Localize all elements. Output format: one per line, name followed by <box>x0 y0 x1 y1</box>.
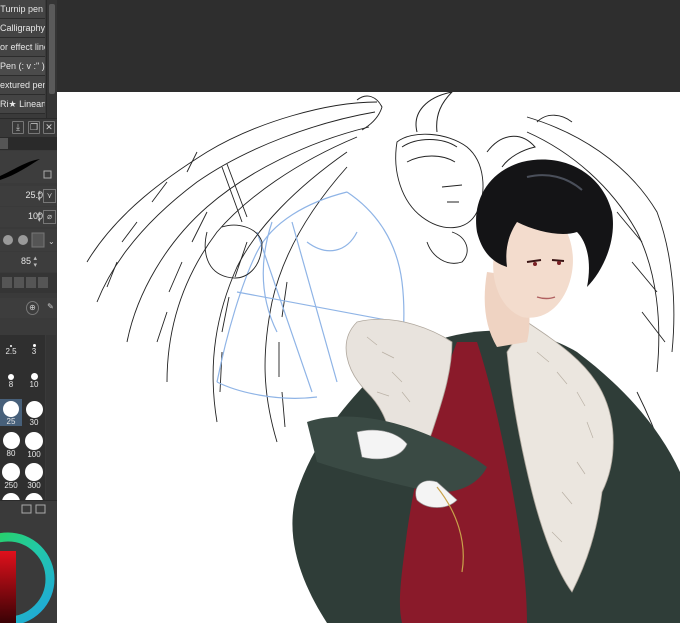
left-tool-panel: Turnip pen Calligraphy or effect line Pe… <box>0 0 58 623</box>
opacity-dynamics-icon[interactable]: ⌀ <box>43 210 56 224</box>
stroke-preview <box>0 151 57 183</box>
brush-size-dynamics-icon[interactable]: ⋎ <box>43 189 56 203</box>
brush-list-scrollbar[interactable] <box>46 0 57 118</box>
size-option-selected[interactable]: 25 <box>0 399 22 426</box>
wrench-icon[interactable]: ✎ <box>45 301 56 313</box>
brush-size-palette: 2.5 3 8 10 25 30 80 100 250 300 <box>0 335 45 502</box>
duplicate-icon[interactable]: ❐ <box>28 121 40 134</box>
opacity-spinner-icon[interactable]: ▴ ▾ <box>37 210 41 224</box>
brush-item-calligraphy[interactable]: Calligraphy <box>0 19 45 38</box>
size-palette-toolbar <box>0 500 57 517</box>
brush-tip-row: ⌄ <box>0 229 57 251</box>
sketch-head <box>395 133 484 229</box>
brush-tip-preview-icon[interactable]: ⌄ <box>0 229 57 251</box>
brush-item-turnip-pen[interactable]: Turnip pen <box>0 0 45 19</box>
density-value[interactable]: 85 <box>21 256 31 266</box>
size-option[interactable]: 100 <box>23 430 45 459</box>
density-row: 85 ▴ ▾ <box>0 252 57 272</box>
brush-item-lineart[interactable]: Ri★ Lineart <box>0 95 45 114</box>
drawing-canvas[interactable] <box>57 92 680 623</box>
svg-text:⌄: ⌄ <box>48 237 55 246</box>
brush-item-textured-pen[interactable]: extured pen <box>0 76 45 95</box>
size-option[interactable]: 300 <box>23 461 45 490</box>
size-option[interactable] <box>23 491 45 502</box>
opacity-row: 100 ▴ ▾ ⌀ <box>0 207 57 227</box>
brush-list-toolbar: ⤓ ❐ ✕ <box>0 118 57 137</box>
size-option[interactable]: 250 <box>0 461 22 490</box>
brush-size-row: 25.0 ▴ ▾ ⋎ <box>0 186 57 206</box>
brush-size-spinner-icon[interactable]: ▴ ▾ <box>37 189 41 203</box>
brush-item-pen[interactable]: Pen (: v :" ) <box>0 57 45 76</box>
import-icon[interactable]: ⤓ <box>12 121 24 134</box>
tool-property-tab[interactable] <box>0 137 57 150</box>
settings-row: ⊕ ✎ <box>0 298 57 318</box>
size-option[interactable]: 2.5 <box>0 335 22 362</box>
trash-icon[interactable]: ✕ <box>43 121 55 134</box>
settings-icon[interactable]: ⊕ <box>26 301 39 315</box>
stroke-preview-icon <box>0 159 52 180</box>
color-wheel-panel[interactable] <box>0 517 57 623</box>
anti-alias-row[interactable] <box>0 273 57 293</box>
size-option[interactable]: 80 <box>0 430 22 458</box>
artwork-illustration <box>86 92 680 623</box>
brush-list: Turnip pen Calligraphy or effect line Pe… <box>0 0 45 114</box>
left-wing-sketch <box>86 95 383 443</box>
size-option[interactable]: 30 <box>23 399 45 427</box>
size-option[interactable]: 3 <box>23 335 45 362</box>
density-spinner-icon[interactable]: ▴ ▾ <box>33 255 37 269</box>
canvas-workspace-top <box>57 0 680 92</box>
size-option[interactable]: 10 <box>23 370 45 397</box>
color-wheel-icon[interactable] <box>0 517 57 623</box>
brush-item-effect-line[interactable]: or effect line <box>0 38 45 57</box>
size-option[interactable]: 8 <box>0 370 22 397</box>
size-option[interactable] <box>0 491 22 502</box>
size-palette-scrollbar[interactable] <box>46 335 56 500</box>
